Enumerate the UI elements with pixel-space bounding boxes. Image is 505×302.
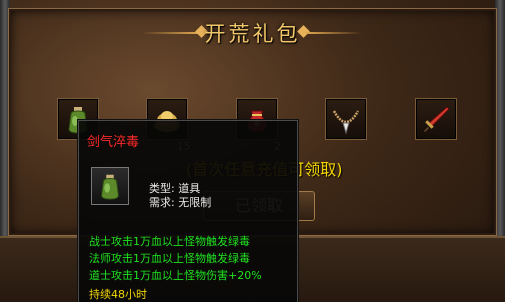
window-title: 开荒礼包 [204, 22, 301, 46]
tooltip-effect-3: 道士攻击1万血以上怪物伤害+20% [89, 269, 262, 282]
green-potion-icon [101, 174, 119, 200]
item-tooltip: 剑气淬毒 类型: 道具 需求: 无限制 战士攻击1万血以上怪物触发绿毒 法师攻击… [78, 120, 298, 302]
tooltip-duration: 持续48小时 [89, 288, 147, 301]
tooltip-item-name: 剑气淬毒 [87, 135, 140, 150]
reward-slot-5[interactable] [415, 98, 457, 140]
reward-slot-4[interactable] [325, 98, 367, 140]
title-ornament-right [306, 32, 362, 34]
red-sword-icon [424, 106, 450, 132]
tooltip-effect-2: 法师攻击1万血以上怪物触发绿毒 [89, 252, 250, 265]
gift-pack-window: 开荒礼包 15 2 [0, 0, 505, 302]
amulet-necklace-icon [332, 110, 360, 135]
tooltip-requirement: 需求: 无限制 [149, 196, 212, 209]
tooltip-effect-1: 战士攻击1万血以上怪物触发绿毒 [89, 235, 250, 248]
tooltip-item-slot [91, 167, 129, 205]
